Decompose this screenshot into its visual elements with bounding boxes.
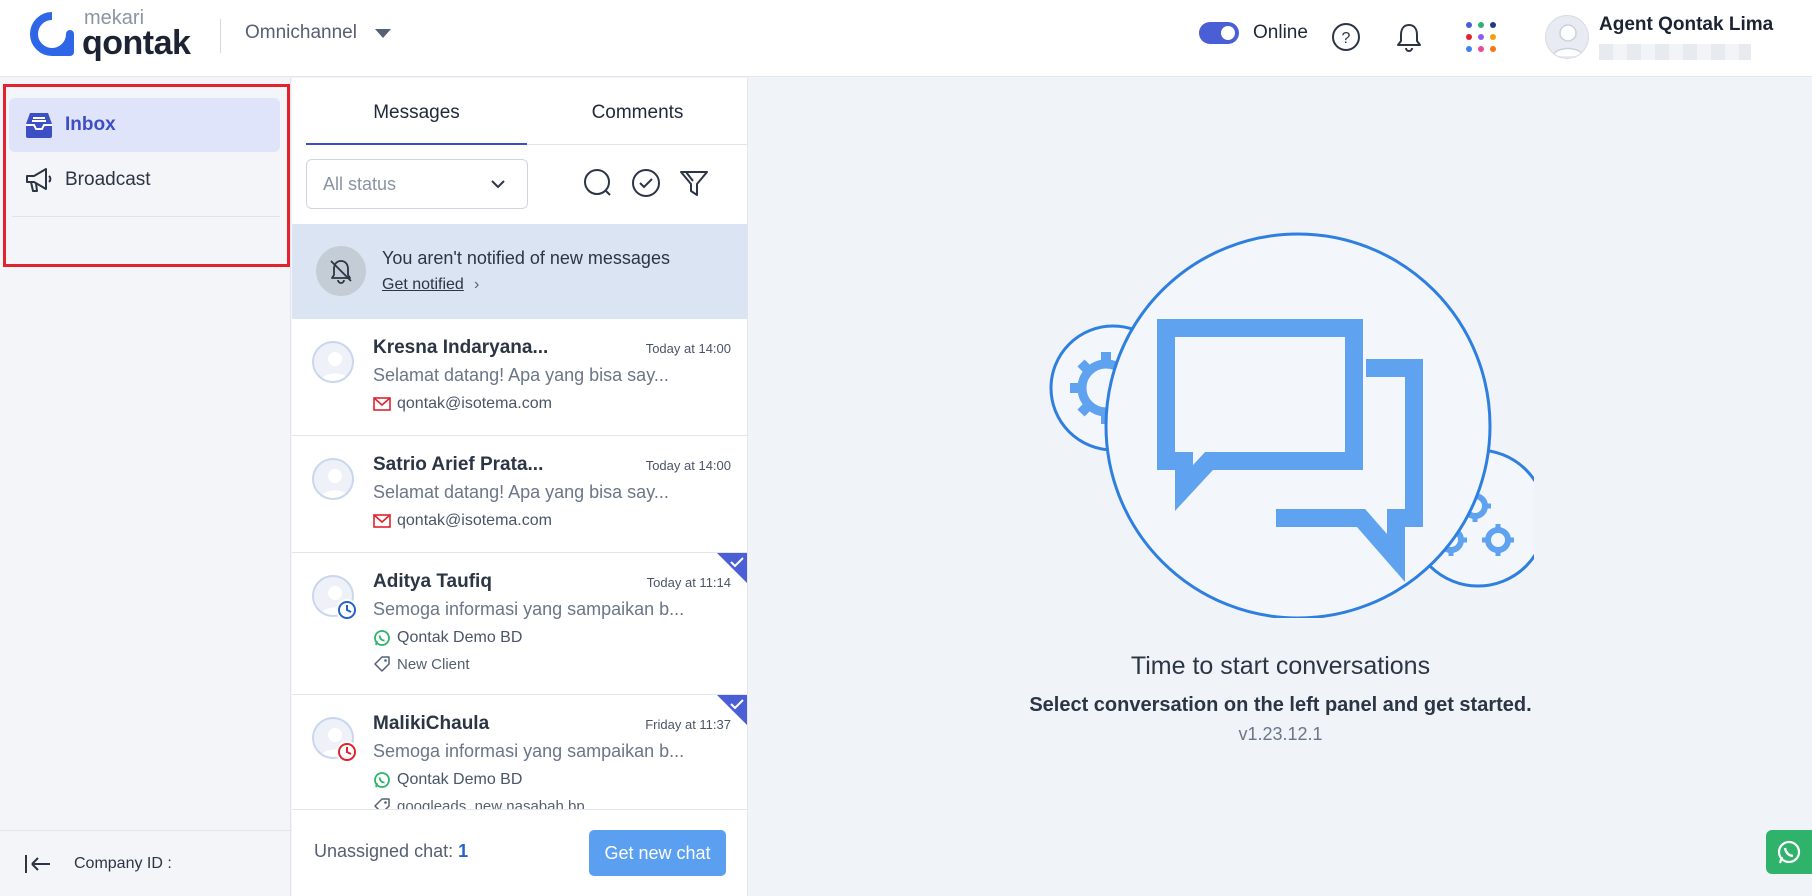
megaphone-icon	[23, 164, 55, 196]
conversation-item[interactable]: Aditya Taufiq Today at 11:14 Semoga info…	[292, 553, 747, 695]
channel-info: qontak@isotema.com	[373, 512, 552, 530]
left-sidebar: Inbox Broadcast Company ID :	[0, 78, 291, 896]
empty-state-title: Time to start conversations	[1130, 652, 1431, 680]
conversation-main-area: Time to start conversations Select conve…	[749, 78, 1812, 896]
sidebar-item-broadcast[interactable]: Broadcast	[9, 153, 280, 207]
check-icon	[729, 697, 745, 716]
message-preview: Semoga informasi yang sampaikan b...	[373, 741, 685, 761]
top-header: mekari qontak Omnichannel Online ? Agent…	[0, 0, 1812, 77]
get-notified-link[interactable]: Get notified	[382, 276, 464, 294]
clock-icon	[336, 599, 358, 621]
app-version: v1.23.12.1	[1238, 724, 1323, 744]
channel-info: Qontak Demo BD	[373, 629, 522, 647]
brand-large: qontak	[82, 24, 191, 62]
conversation-time: Today at 14:00	[645, 341, 731, 356]
collapse-sidebar-icon[interactable]	[22, 848, 54, 880]
notification-title: You aren't notified of new messages	[382, 248, 670, 268]
conversation-item[interactable]: Satrio Arief Prata... Today at 14:00 Sel…	[292, 436, 747, 553]
header-divider	[220, 19, 221, 53]
bell-icon[interactable]	[1392, 20, 1426, 54]
caret-down-icon	[374, 28, 391, 38]
help-icon[interactable]: ?	[1329, 20, 1363, 54]
unassigned-chat-count: Unassigned chat: 1	[314, 841, 468, 862]
check-circle-icon[interactable]	[629, 166, 663, 200]
company-id-label: Company ID :	[74, 854, 172, 872]
conversation-illustration	[1049, 232, 1534, 618]
get-new-chat-button[interactable]: Get new chat	[589, 830, 726, 876]
message-preview: Semoga informasi yang sampaikan b...	[373, 599, 685, 619]
mail-icon	[373, 395, 391, 413]
channel-name: qontak@isotema.com	[397, 395, 552, 412]
tag-label: New Client	[397, 655, 470, 673]
channel-name: Qontak Demo BD	[397, 629, 523, 646]
online-toggle[interactable]	[1199, 22, 1239, 44]
whatsapp-icon	[373, 771, 391, 789]
message-preview: Selamat datang! Apa yang bisa say...	[373, 482, 669, 502]
mail-icon	[373, 512, 391, 530]
whatsapp-float-button[interactable]	[1766, 830, 1812, 874]
message-preview: Selamat datang! Apa yang bisa say...	[373, 365, 669, 385]
bell-off-icon	[316, 246, 366, 296]
contact-name: Satrio Arief Prata...	[373, 454, 544, 475]
filter-icon[interactable]	[677, 166, 711, 200]
status-filter-value: All status	[323, 173, 397, 194]
contact-name: MalikiChaula	[373, 713, 490, 734]
brand-logo[interactable]: mekari qontak	[30, 8, 191, 62]
chevron-right-icon: ›	[474, 276, 480, 293]
chevron-down-icon	[489, 175, 507, 198]
svg-text:?: ?	[1342, 30, 1351, 47]
tag-label: googleads_new nasabah bp	[397, 797, 585, 810]
search-icon[interactable]	[581, 166, 615, 200]
unassigned-count: 1	[458, 841, 469, 861]
status-filter-select[interactable]: All status	[306, 159, 528, 209]
contact-name: Kresna Indaryana...	[373, 337, 549, 358]
user-menu[interactable]: Agent Qontak Lima	[1545, 14, 1773, 60]
sidebar-item-inbox[interactable]: Inbox	[9, 98, 280, 152]
unassigned-label: Unassigned chat:	[314, 841, 459, 861]
user-subtitle-redacted	[1599, 44, 1751, 60]
sidebar-item-label: Inbox	[65, 114, 116, 135]
conversation-time: Today at 14:00	[645, 458, 731, 473]
channel-info: Qontak Demo BD	[373, 771, 522, 789]
qontak-logo-icon	[30, 12, 74, 56]
tab-comments[interactable]: Comments	[527, 78, 748, 144]
conversation-tag: googleads_new nasabah bp	[373, 797, 585, 809]
empty-state-subtitle: Select conversation on the left panel an…	[1029, 694, 1532, 716]
conversation-list-panel: Messages Comments All status You aren't …	[292, 78, 748, 896]
status-label: Online	[1253, 22, 1308, 43]
contact-name: Aditya Taufiq	[373, 571, 492, 592]
contact-avatar	[312, 458, 354, 500]
channel-name: Qontak Demo BD	[397, 771, 523, 788]
user-name: Agent Qontak Lima	[1599, 14, 1774, 35]
channel-info: qontak@isotema.com	[373, 395, 552, 413]
list-footer: Unassigned chat: 1 Get new chat	[292, 809, 747, 896]
conversation-item[interactable]: Kresna Indaryana... Today at 14:00 Selam…	[292, 319, 747, 436]
whatsapp-icon	[373, 629, 391, 647]
notification-banner: You aren't notified of new messages Get …	[292, 224, 747, 319]
product-label: Omnichannel	[245, 22, 357, 43]
list-tabs: Messages Comments	[306, 78, 748, 145]
app-launcher-icon[interactable]	[1464, 20, 1498, 54]
user-avatar	[1545, 15, 1589, 59]
nav-divider	[12, 216, 280, 217]
tag-icon	[373, 797, 391, 809]
whatsapp-icon	[1777, 840, 1801, 864]
channel-name: qontak@isotema.com	[397, 512, 552, 529]
tag-icon	[373, 655, 391, 673]
sidebar-footer: Company ID :	[0, 830, 291, 896]
product-switcher[interactable]: Omnichannel	[245, 22, 391, 44]
tab-messages[interactable]: Messages	[306, 78, 527, 145]
conversation-tag: New Client	[373, 655, 470, 673]
conversation-item[interactable]: MalikiChaula Friday at 11:37 Semoga info…	[292, 695, 747, 809]
inbox-icon	[23, 109, 55, 141]
contact-avatar	[312, 341, 354, 383]
clock-icon	[336, 741, 358, 763]
check-icon	[729, 555, 745, 574]
sidebar-item-label: Broadcast	[65, 169, 151, 190]
online-status: Online	[1199, 22, 1308, 44]
